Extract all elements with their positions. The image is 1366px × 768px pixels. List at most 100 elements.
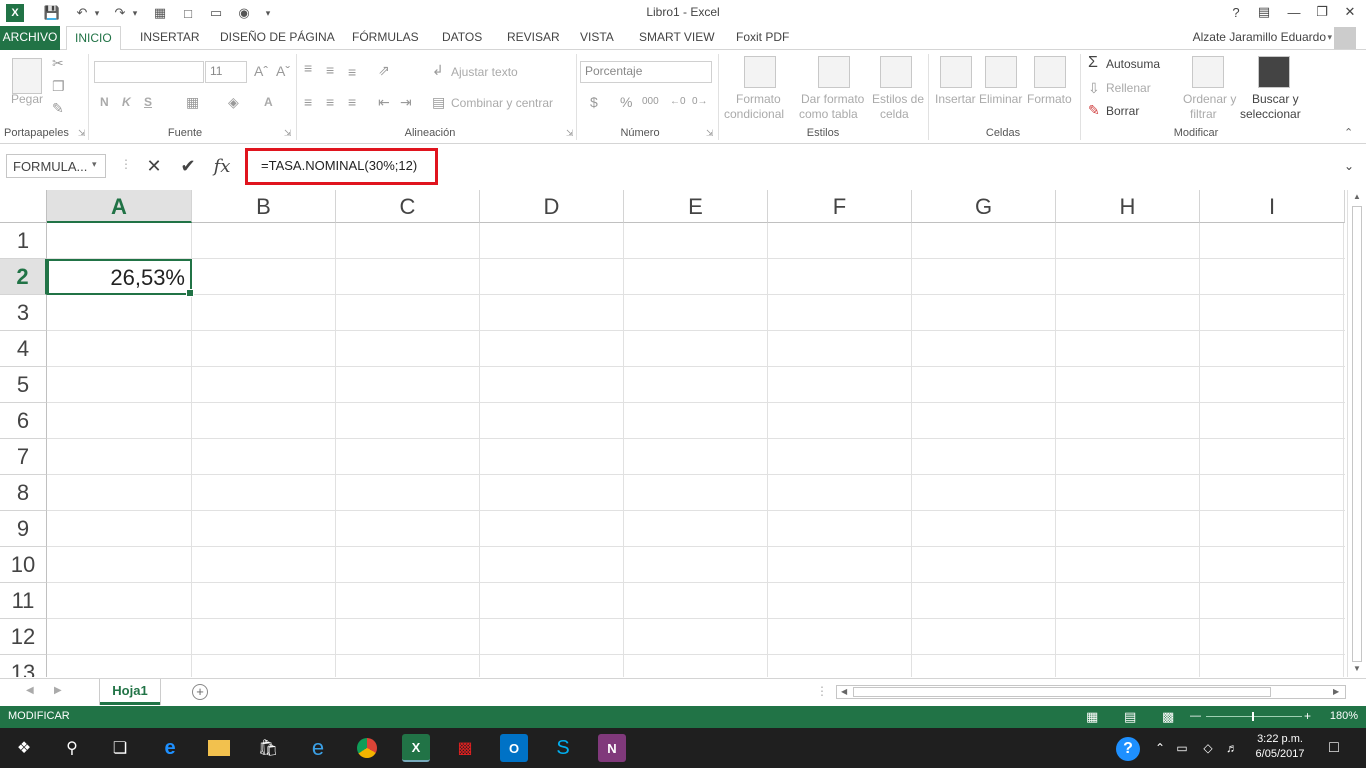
fill-color-icon[interactable]: ◈ [228,94,239,111]
row-header[interactable]: 2 [0,259,47,295]
tab-diseno-pagina[interactable]: DISEÑO DE PÁGINA [212,26,343,50]
italic-button[interactable]: K [122,95,131,109]
column-header[interactable]: G [912,190,1056,223]
grow-font-icon[interactable]: Aˆ [254,63,268,79]
column-header[interactable]: I [1200,190,1345,223]
close-icon[interactable]: ✕ [1336,2,1364,22]
tab-datos[interactable]: DATOS [434,26,490,50]
zoom-level[interactable]: 180% [1330,710,1358,722]
page-break-view-icon[interactable]: ▩ [1162,709,1174,725]
row-header[interactable]: 5 [0,367,47,403]
tab-splitter-icon[interactable]: ⋮ [816,684,828,698]
skype-icon[interactable]: S [549,734,577,762]
restore-icon[interactable]: ❐ [1308,2,1336,22]
redhat-app-icon[interactable]: ▩ [451,734,479,762]
align-center-icon[interactable]: ≡ [326,94,334,110]
windows-start-icon[interactable]: ❖ [10,734,38,762]
bold-button[interactable]: N [100,95,109,109]
scroll-up-icon[interactable]: ▲ [1353,192,1361,201]
row-header[interactable]: 4 [0,331,47,367]
shrink-font-icon[interactable]: Aˇ [276,63,290,79]
minimize-icon[interactable]: — [1280,2,1308,22]
cancel-icon[interactable]: ✕ [137,156,171,177]
ribbon-display-options-icon[interactable]: ▤ [1250,2,1278,22]
sort-filter-icon[interactable] [1192,56,1224,88]
store-icon[interactable]: 🛍 [254,734,282,762]
scroll-right-icon[interactable]: ▶ [1333,687,1339,696]
autosum-button[interactable]: Autosuma [1106,57,1160,71]
tab-smart-view[interactable]: SMART VIEW [631,26,723,50]
onenote-icon[interactable]: N [598,734,626,762]
alignment-launcher-icon[interactable]: ⇲ [566,128,574,139]
zoom-in-icon[interactable]: + [1304,709,1311,723]
tab-archivo[interactable]: ARCHIVO [0,26,60,50]
tab-foxit-pdf[interactable]: Foxit PDF [728,26,797,50]
wrap-text-button[interactable]: Ajustar texto [451,65,518,79]
conditional-format-label-2[interactable]: condicional [724,107,784,121]
borders-icon[interactable]: ▦ [186,94,199,111]
tab-vista[interactable]: VISTA [572,26,622,50]
avatar[interactable] [1334,27,1356,49]
align-right-icon[interactable]: ≡ [348,94,356,110]
copy-icon[interactable]: ❐ [52,78,65,95]
font-name-input[interactable] [94,61,204,83]
format-cells-button[interactable]: Formato [1027,92,1072,106]
delete-cells-button[interactable]: Eliminar [979,92,1022,106]
autosum-icon[interactable]: Σ [1088,54,1098,72]
binoculars-icon[interactable] [1258,56,1290,88]
row-header[interactable]: 12 [0,619,47,655]
column-header[interactable]: E [624,190,768,223]
fill-button[interactable]: Rellenar [1106,81,1151,95]
decrease-indent-icon[interactable]: ⇤ [378,94,390,111]
fill-icon[interactable]: ⇩ [1088,80,1100,97]
align-left-icon[interactable]: ≡ [304,94,312,110]
clock[interactable]: 3:22 p.m. 6/05/2017 [1245,732,1315,762]
conditional-format-button[interactable]: Formato [736,92,781,106]
number-launcher-icon[interactable]: ⇲ [706,128,714,139]
task-view-icon[interactable]: ❏ [106,734,134,762]
tab-insertar[interactable]: INSERTAR [132,26,208,50]
format-cells-icon[interactable] [1034,56,1066,88]
clear-button[interactable]: Borrar [1106,104,1139,118]
find-select-button[interactable]: Buscar y [1252,92,1299,106]
column-header[interactable]: D [480,190,624,223]
increase-indent-icon[interactable]: ⇥ [400,94,412,111]
row-header[interactable]: 11 [0,583,47,619]
currency-icon[interactable]: $ [590,94,598,110]
select-all-button[interactable] [0,190,47,223]
align-bottom-icon[interactable]: ≡ [348,64,356,80]
edge-icon[interactable]: e [156,734,184,762]
collapse-ribbon-icon[interactable]: ⌃ [1344,126,1353,139]
internet-explorer-icon[interactable]: e [304,734,332,762]
horizontal-scroll-thumb[interactable] [853,687,1271,697]
column-header[interactable]: H [1056,190,1200,223]
row-header[interactable]: 7 [0,439,47,475]
column-header[interactable]: B [192,190,336,223]
sort-filter-button[interactable]: Ordenar y [1183,92,1236,106]
cell-styles-label-2[interactable]: celda [880,107,909,121]
file-explorer-icon[interactable] [205,734,233,762]
wrap-text-icon[interactable]: ↲ [432,62,444,79]
zoom-out-icon[interactable]: — [1190,710,1201,722]
help-button[interactable]: ? [1222,2,1250,22]
clipboard-launcher-icon[interactable]: ⇲ [78,128,86,139]
help-tray-icon[interactable]: ? [1116,737,1140,761]
tab-inicio[interactable]: INICIO [66,26,121,51]
sheet-tab[interactable]: Hoja1 [100,679,160,705]
column-header[interactable]: C [336,190,480,223]
column-header[interactable]: A [47,190,192,223]
find-select-label-2[interactable]: seleccionar [1240,107,1301,121]
sort-filter-label-2[interactable]: filtrar [1190,107,1217,121]
row-header[interactable]: 13 [0,655,47,677]
active-cell[interactable]: 26,53% [47,259,194,297]
account-dropdown-icon[interactable]: ▾ [1327,32,1332,43]
excel-taskbar-icon[interactable]: X [402,734,430,762]
eraser-icon[interactable]: ✎ [1088,102,1100,119]
enter-icon[interactable]: ✔ [171,156,205,177]
row-header[interactable]: 1 [0,223,47,259]
horizontal-scrollbar[interactable]: ◀ ▶ [836,685,1346,699]
prev-sheet-icon[interactable]: ◀ [26,685,34,696]
cut-icon[interactable]: ✂ [52,55,64,72]
cell-styles-icon[interactable] [880,56,912,88]
row-header[interactable]: 3 [0,295,47,331]
